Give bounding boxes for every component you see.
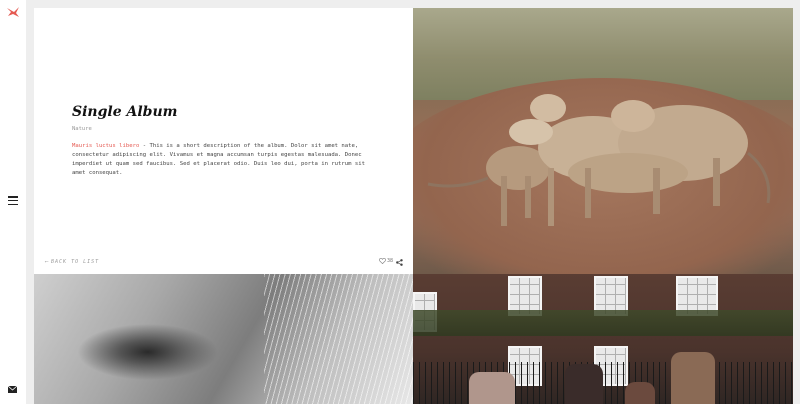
- album-description: Mauris luctus libero - This is a short d…: [72, 142, 378, 178]
- person-3: [625, 382, 655, 404]
- share-icon[interactable]: [396, 259, 403, 266]
- hamburger-menu-icon[interactable]: [8, 196, 18, 206]
- album-grid: Single Album Nature Mauris luctus libero…: [34, 8, 793, 404]
- back-to-list-label: BACK TO LIST: [51, 259, 100, 265]
- ivy-hedge: [413, 310, 793, 336]
- envelope-icon[interactable]: [8, 386, 17, 393]
- album-description-lead: Mauris luctus libero: [72, 143, 140, 149]
- arrow-left-icon: ⟵: [45, 259, 50, 265]
- album-category[interactable]: Nature: [72, 126, 92, 132]
- like-count: 38: [387, 258, 394, 264]
- person-1: [469, 372, 515, 404]
- album-title: Single Album: [72, 104, 178, 120]
- bird-logo-icon[interactable]: [6, 6, 20, 18]
- back-to-list-link[interactable]: ⟵ BACK TO LIST: [45, 259, 99, 265]
- person-4: [671, 352, 715, 404]
- photo-eye-hair: [264, 274, 413, 404]
- heart-icon: [379, 258, 386, 264]
- album-info-card: Single Album Nature Mauris luctus libero…: [34, 8, 413, 274]
- person-2: [565, 364, 603, 404]
- sidebar: [0, 0, 26, 404]
- photo-eye-closeup[interactable]: [34, 274, 413, 404]
- photo-lions[interactable]: [413, 8, 793, 274]
- photo-people[interactable]: [413, 274, 793, 404]
- lions-illustration: [427, 94, 771, 226]
- like-button[interactable]: 38: [379, 258, 393, 264]
